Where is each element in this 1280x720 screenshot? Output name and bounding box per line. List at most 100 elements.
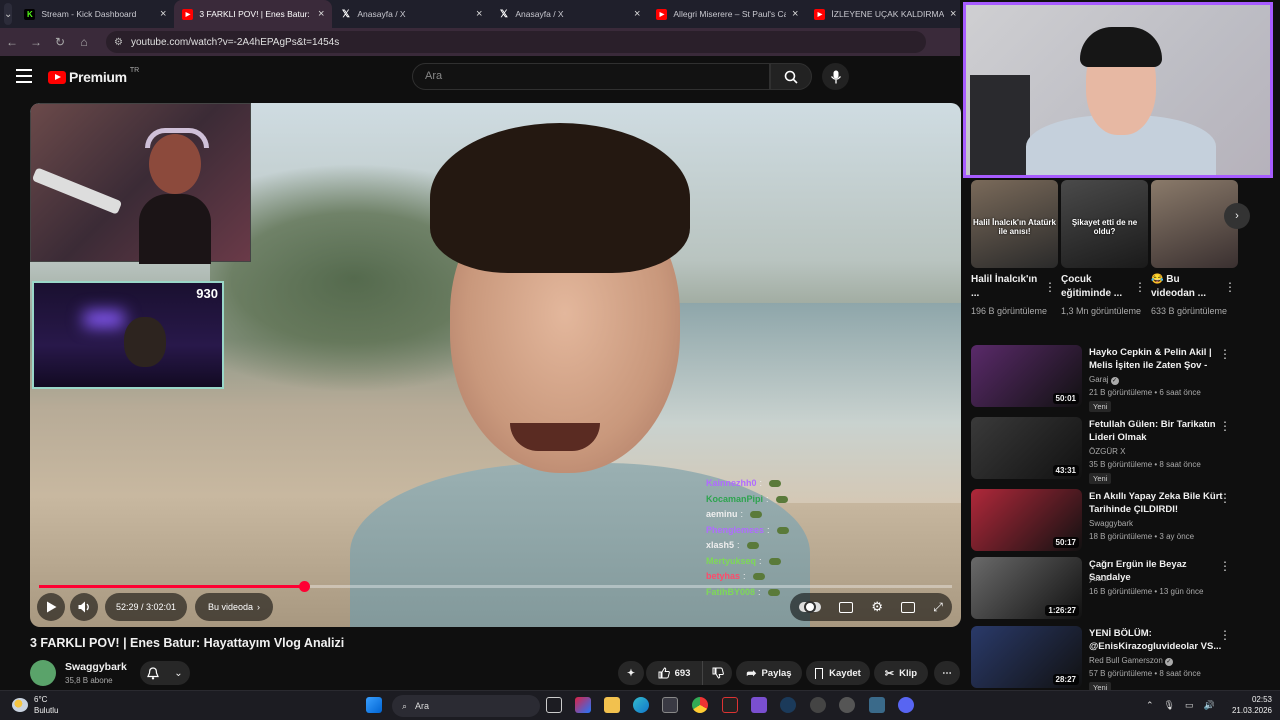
browser-tab[interactable]: 𝕏 Anasayfa / X × xyxy=(332,0,490,28)
recommended-video[interactable]: 1:26:27 Çağrı Ergün ile Beyaz Sandalye yus… xyxy=(971,557,1251,621)
system-clock[interactable]: 02:53 21.03.2026 xyxy=(1226,694,1272,716)
recommended-video[interactable]: 43:31 Fetullah Gülen: Bir Tarikatın Lider… xyxy=(971,417,1251,484)
video-menu-icon[interactable]: ⋮ xyxy=(1219,347,1231,361)
channel-name[interactable]: Red Bull Gamerszon xyxy=(1089,656,1163,665)
channel-name[interactable]: Swaggybark xyxy=(1089,519,1133,528)
miniplayer-icon[interactable] xyxy=(901,601,916,613)
video-menu-icon[interactable]: ⋮ xyxy=(1219,491,1231,505)
close-tab-icon[interactable]: × xyxy=(792,8,798,20)
short-thumbnail[interactable]: Halil İnalcık'ın Atatürk ile anısı! xyxy=(971,180,1058,268)
channel-name[interactable]: yusuf xyxy=(1089,574,1108,583)
short-menu-icon[interactable]: ⋮ xyxy=(1224,280,1236,294)
close-tab-icon[interactable]: × xyxy=(318,8,324,20)
chrome-icon[interactable] xyxy=(692,697,708,713)
app-gear-icon[interactable] xyxy=(810,697,826,713)
volume-button[interactable] xyxy=(70,593,98,621)
settings-icon[interactable] xyxy=(839,697,855,713)
video-title[interactable]: Hayko Cepkin & Pelin Akil | Melis İşiten… xyxy=(1089,346,1224,372)
menu-icon[interactable] xyxy=(16,69,32,87)
short-title[interactable]: Çocuk eğitiminde ... xyxy=(1061,273,1131,301)
file-explorer-icon[interactable] xyxy=(604,697,620,713)
app-network-icon[interactable] xyxy=(869,697,885,713)
channel-name[interactable]: Garaj xyxy=(1089,375,1109,384)
browser-tab[interactable]: K Stream - Kick Dashboard × xyxy=(16,0,174,28)
close-tab-icon[interactable]: × xyxy=(160,8,166,20)
short-thumbnail[interactable]: Şikayet etti de ne oldu? xyxy=(1061,180,1148,268)
voice-search-button[interactable] xyxy=(822,63,849,90)
tab-search-icon[interactable]: ⌄ xyxy=(4,3,13,25)
url-field[interactable]: ⚙ youtube.com/watch?v=-2A4hEPAgPs&t=1454… xyxy=(106,31,926,53)
search-input[interactable]: Ara xyxy=(412,63,770,90)
video-title[interactable]: Çağrı Ergün ile Beyaz Sandalye xyxy=(1089,558,1224,584)
youtube-logo[interactable]: Premium TR xyxy=(48,67,139,85)
share-button[interactable]: ➦ Paylaş xyxy=(736,661,802,685)
recommended-video[interactable]: 50:17 En Akıllı Yapay Zeka Bile Kürt Tari… xyxy=(971,489,1251,553)
task-view-icon[interactable] xyxy=(546,697,562,713)
close-tab-icon[interactable]: × xyxy=(634,8,640,20)
video-thumbnail[interactable]: 50:01 xyxy=(971,345,1082,407)
browser-tab[interactable]: ▶ 3 FARKLI POV! | Enes Batur: Hay × xyxy=(174,0,333,28)
short-card[interactable]: Halil İnalcık'ın Atatürk ile anısı! Hali… xyxy=(971,180,1058,317)
volume-icon[interactable]: 🔊 xyxy=(1204,700,1215,711)
taskbar-search[interactable]: ⌕ Ara xyxy=(392,695,540,717)
video-title[interactable]: YENİ BÖLÜM: @EnisKirazogluvideolar VS... xyxy=(1089,627,1224,653)
channel-name[interactable]: ÖZGÜR X xyxy=(1089,447,1125,456)
search-button[interactable] xyxy=(770,63,812,90)
video-thumbnail[interactable]: 28:27 xyxy=(971,626,1082,688)
video-menu-icon[interactable]: ⋮ xyxy=(1219,419,1231,433)
video-title[interactable]: Fetullah Gülen: Bir Tarikatın Lideri Olm… xyxy=(1089,418,1224,444)
browser-tab[interactable]: ▶ Allegri Miserere – St Paul's Cath × xyxy=(648,0,806,28)
app-icon[interactable] xyxy=(722,697,738,713)
video-title[interactable]: En Akıllı Yapay Zeka Bile Kürt Tarihinde… xyxy=(1089,490,1224,516)
store-icon[interactable] xyxy=(662,697,678,713)
browser-tab[interactable]: 𝕏 Anasayfa / X × xyxy=(490,0,648,28)
video-thumbnail[interactable]: 43:31 xyxy=(971,417,1082,479)
more-actions-button[interactable]: ⋯ xyxy=(934,661,960,685)
microsoft-365-icon[interactable] xyxy=(575,697,591,713)
browser-tab[interactable]: ▶ İZLEYENE UÇAK KALDIRMAYI Ö × xyxy=(806,0,964,28)
app-purple-icon[interactable] xyxy=(751,697,767,713)
short-menu-icon[interactable]: ⋮ xyxy=(1134,280,1146,294)
site-info-icon[interactable]: ⚙ xyxy=(114,37,123,48)
recommended-video[interactable]: 50:01 Hayko Cepkin & Pelin Akil | Melis İ… xyxy=(971,345,1251,412)
short-title[interactable]: 😂 Bu videodan ... xyxy=(1151,273,1221,301)
tray-mic-icon[interactable]: 🎙 xyxy=(1164,700,1175,711)
video-menu-icon[interactable]: ⋮ xyxy=(1219,628,1231,642)
discord-icon[interactable] xyxy=(898,697,914,713)
steam-icon[interactable] xyxy=(780,697,796,713)
short-card[interactable]: 😂 Bu videodan ... 633 B görüntüleme ⋮ xyxy=(1151,180,1238,317)
autoplay-toggle[interactable] xyxy=(799,601,822,613)
windows-start-icon[interactable] xyxy=(366,697,382,713)
subtitles-icon[interactable] xyxy=(839,601,854,613)
network-icon[interactable]: ▭ xyxy=(1185,700,1194,711)
channel-avatar[interactable] xyxy=(30,660,56,686)
fullscreen-icon[interactable]: ⤢ xyxy=(933,600,943,615)
chapter-button[interactable]: Bu videoda › xyxy=(195,593,273,621)
close-tab-icon[interactable]: × xyxy=(476,8,482,20)
home-icon[interactable]: ⌂ xyxy=(72,35,96,49)
close-tab-icon[interactable]: × xyxy=(950,8,956,20)
edge-icon[interactable] xyxy=(633,697,649,713)
short-thumbnail[interactable] xyxy=(1151,180,1238,268)
reload-icon[interactable]: ↻ xyxy=(48,35,72,49)
like-button[interactable]: 693 xyxy=(646,661,702,685)
settings-icon[interactable]: ⚙ xyxy=(871,599,883,615)
tray-chevron-icon[interactable]: ⌃ xyxy=(1146,700,1154,711)
shorts-next-button[interactable]: › xyxy=(1224,203,1250,229)
progress-bar[interactable] xyxy=(39,581,952,592)
video-menu-icon[interactable]: ⋮ xyxy=(1219,559,1231,573)
video-thumbnail[interactable]: 1:26:27 xyxy=(971,557,1082,619)
dislike-button[interactable] xyxy=(702,661,732,685)
forward-icon[interactable]: → xyxy=(24,35,48,49)
short-card[interactable]: Şikayet etti de ne oldu? Çocuk eğitimind… xyxy=(1061,180,1148,317)
thanks-button[interactable]: ✦ xyxy=(618,661,644,685)
video-player[interactable]: 930 Kainnezhh0: KocamanPipi: aeminu: Phengl… xyxy=(30,103,961,627)
save-button[interactable]: Kaydet xyxy=(806,661,870,685)
progress-scrubber[interactable] xyxy=(298,581,310,592)
recommended-video[interactable]: 28:27 YENİ BÖLÜM: @EnisKirazogluvideolar … xyxy=(971,626,1251,693)
play-button[interactable] xyxy=(37,593,65,621)
channel-name[interactable]: Swaggybark xyxy=(65,661,127,673)
notification-bell-button[interactable]: ⌄ xyxy=(140,661,190,685)
video-thumbnail[interactable]: 50:17 xyxy=(971,489,1082,551)
short-title[interactable]: Halil İnalcık'ın ... xyxy=(971,273,1041,301)
